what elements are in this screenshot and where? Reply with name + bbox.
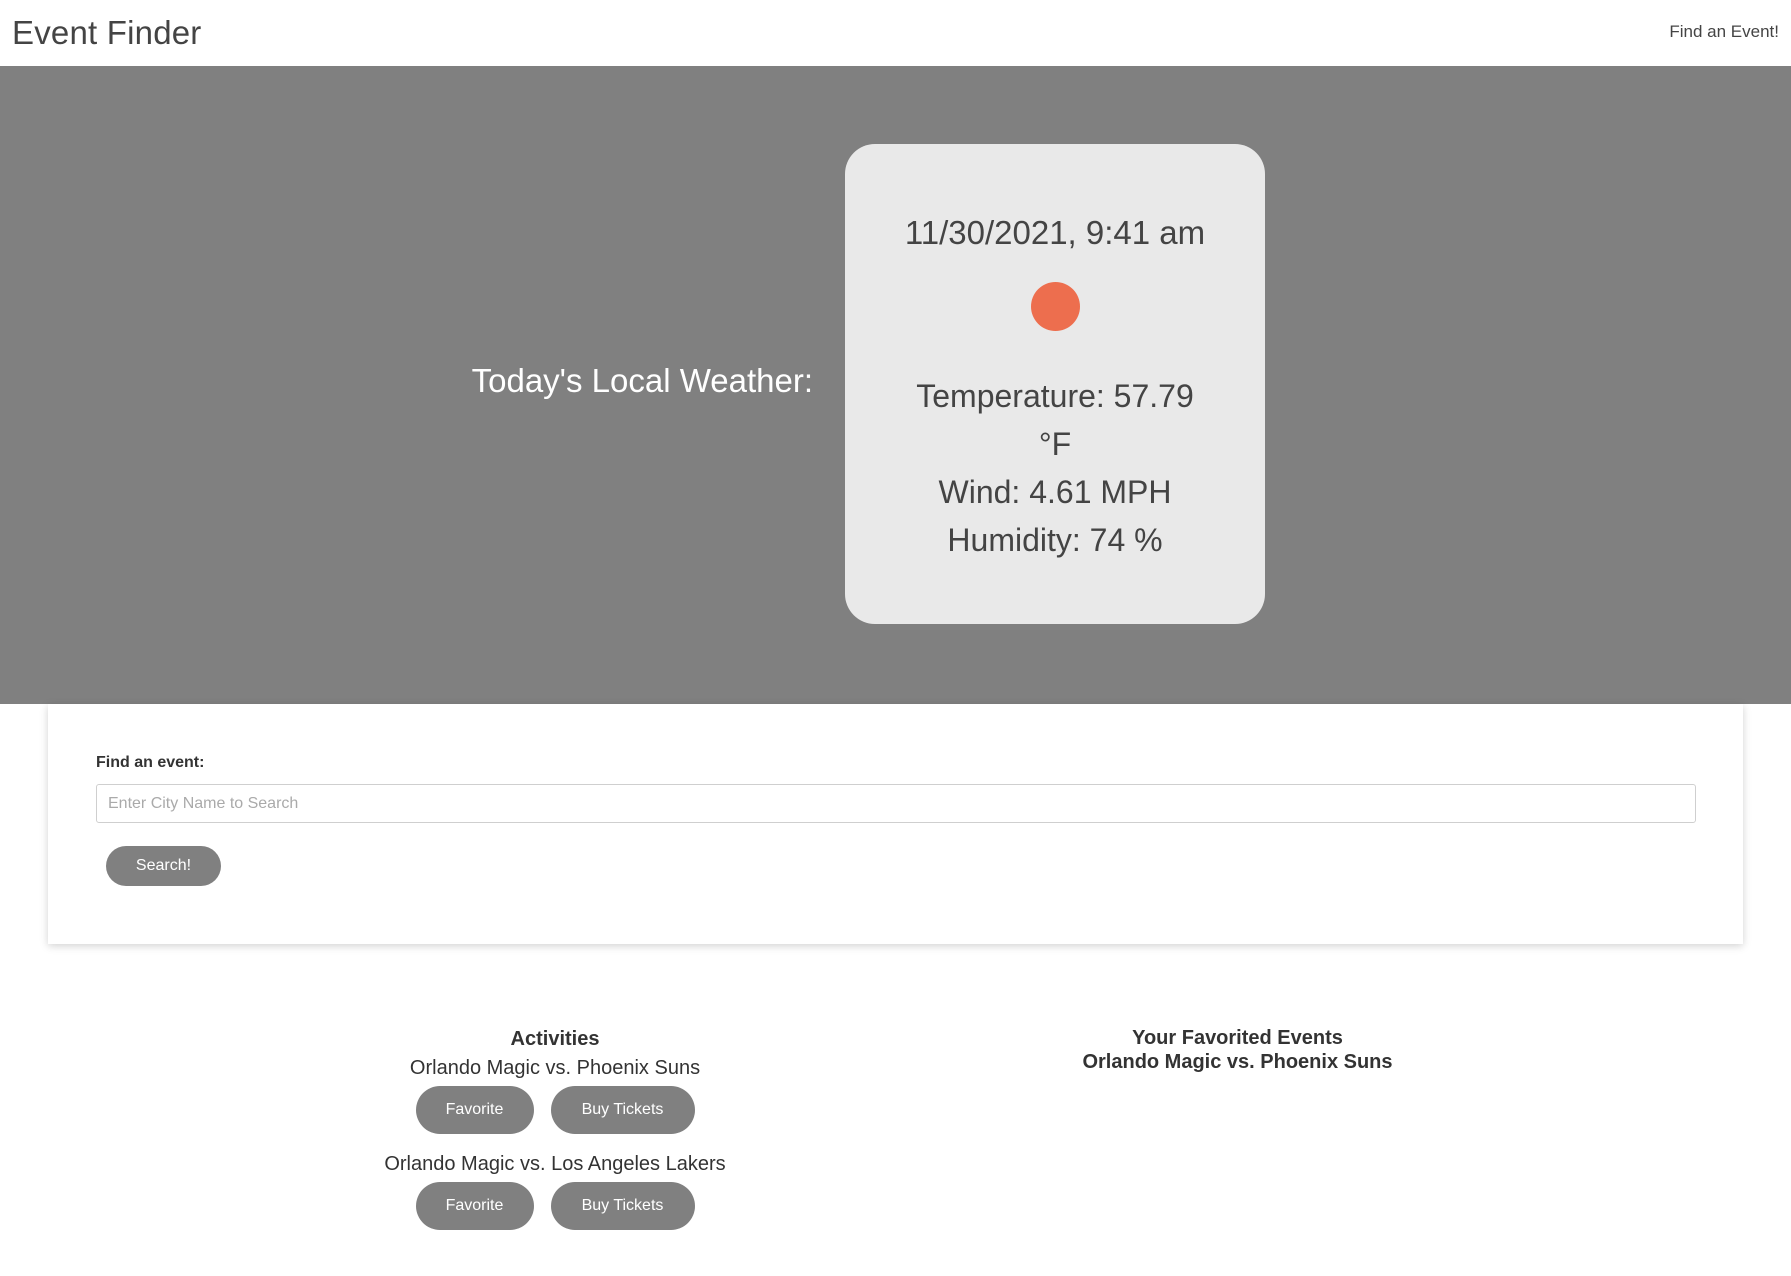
- activity-name: Orlando Magic vs. Los Angeles Lakers: [384, 1153, 726, 1175]
- search-card: Find an event: Search!: [48, 704, 1743, 944]
- activities-list: Activities Orlando Magic vs. Phoenix Sun…: [310, 1026, 800, 1244]
- favorite-button[interactable]: Favorite: [415, 1182, 534, 1230]
- list-item: Orlando Magic vs. Phoenix Suns Favorite B…: [310, 1052, 800, 1140]
- temperature-unit: °F: [1038, 426, 1072, 462]
- search-label: Find an event:: [96, 754, 205, 771]
- navbar: Event Finder Find an Event!: [0, 0, 1791, 66]
- wind-value: Wind: 4.61 MPH: [938, 474, 1172, 510]
- temperature-value: Temperature: 57.79: [916, 378, 1194, 414]
- city-search-input[interactable]: [96, 784, 1696, 823]
- favorites-title: Your Favorited Events: [1132, 1027, 1343, 1049]
- activities-title: Activities: [510, 1028, 600, 1050]
- activity-actions: Favorite Buy Tickets: [310, 1086, 800, 1140]
- favorited-event-item: Orlando Magic vs. Phoenix Suns: [1082, 1051, 1393, 1073]
- favorited-events: Your Favorited Events Orlando Magic vs. …: [1050, 1026, 1425, 1074]
- activity-name: Orlando Magic vs. Phoenix Suns: [409, 1057, 701, 1079]
- list-item: Orlando Magic vs. Los Angeles Lakers Fav…: [310, 1148, 800, 1236]
- weather-card: 11/30/2021, 9:41 am Temperature: 57.79 °…: [845, 144, 1265, 624]
- buy-tickets-button[interactable]: Buy Tickets: [550, 1086, 695, 1134]
- activity-actions: Favorite Buy Tickets: [310, 1182, 800, 1236]
- favorite-button[interactable]: Favorite: [415, 1086, 534, 1134]
- brand-title[interactable]: Event Finder: [12, 14, 202, 52]
- find-event-nav-link[interactable]: Find an Event!: [1669, 22, 1779, 42]
- sun-icon: [1031, 282, 1080, 331]
- buy-tickets-button[interactable]: Buy Tickets: [550, 1182, 695, 1230]
- humidity-value: Humidity: 74 %: [947, 522, 1163, 558]
- weather-datetime: 11/30/2021, 9:41 am: [904, 214, 1206, 251]
- search-button[interactable]: Search!: [106, 846, 221, 886]
- weather-heading: Today's Local Weather:: [471, 362, 813, 399]
- weather-hero: Today's Local Weather: 11/30/2021, 9:41 …: [0, 66, 1791, 704]
- weather-stats: Temperature: 57.79 °F Wind: 4.61 MPH Hum…: [905, 372, 1205, 564]
